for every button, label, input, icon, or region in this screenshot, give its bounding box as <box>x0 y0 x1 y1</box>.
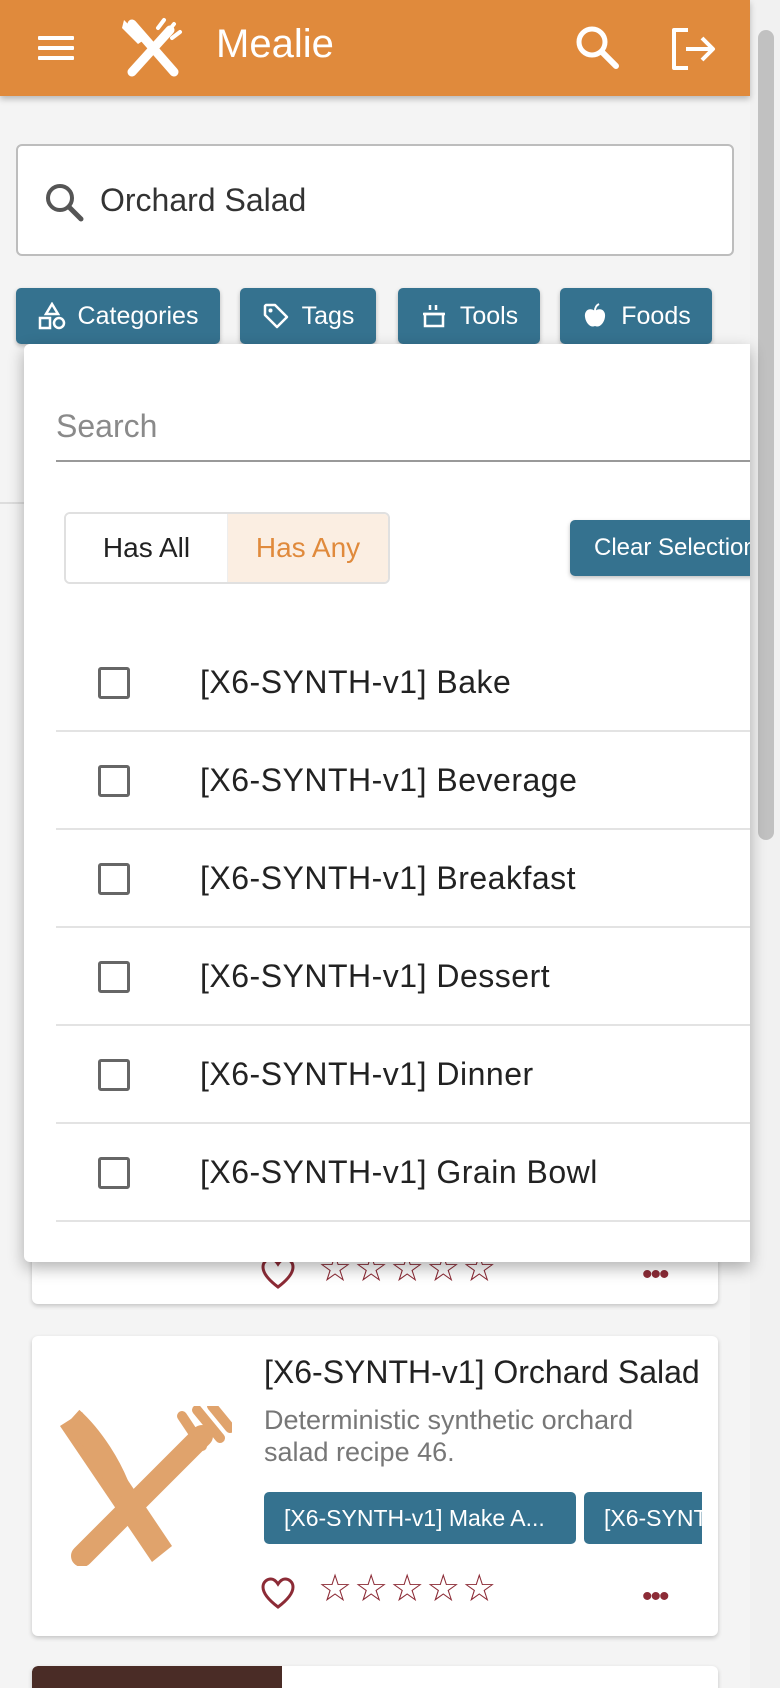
checkbox[interactable] <box>98 667 130 699</box>
category-option-label: [X6-SYNTH-v1] Dessert <box>200 958 551 994</box>
tags-filter-button[interactable]: Tags <box>240 288 376 344</box>
clear-selection-button[interactable]: Clear Selection <box>570 520 750 576</box>
checkbox[interactable] <box>98 863 130 895</box>
recipe-placeholder-icon <box>60 1406 232 1566</box>
apple-icon <box>585 303 606 327</box>
category-search-input[interactable] <box>56 392 750 460</box>
recipe-title[interactable]: [X6-SYNTH-v1] Orchard Salad <box>264 1354 704 1391</box>
pot-icon <box>422 305 445 328</box>
favorite-heart-icon[interactable] <box>260 1576 296 1612</box>
category-option-label: [X6-SYNTH-v1] Beverage <box>200 762 578 798</box>
category-option[interactable]: [X6-SYNTH-v1] Beverage <box>56 732 750 830</box>
scrollbar-thumb[interactable] <box>758 30 774 840</box>
divider <box>0 502 24 504</box>
recipe-card[interactable] <box>32 1666 718 1688</box>
recipe-image <box>32 1666 282 1688</box>
category-option-label: [X6-SYNTH-v1] Breakfast <box>200 860 577 896</box>
mealie-logo-icon[interactable] <box>118 14 188 82</box>
tools-filter-button[interactable]: Tools <box>398 288 540 344</box>
recipe-tag[interactable]: [X6-SYNTH-v1] <box>584 1492 702 1544</box>
foods-label: Foods <box>621 301 691 330</box>
logout-icon[interactable] <box>666 22 720 76</box>
categories-label: Categories <box>77 301 199 330</box>
more-options-icon[interactable]: ••• <box>642 1258 669 1292</box>
recipe-tag[interactable]: [X6-SYNTH-v1] Make A... <box>264 1492 576 1544</box>
category-option[interactable]: [X6-SYNTH-v1] Dinner <box>56 1026 750 1124</box>
has-all-option[interactable]: Has All <box>66 514 227 582</box>
category-option-label: [X6-SYNTH-v1] Grain Bowl <box>200 1154 598 1190</box>
app-bar: Mealie <box>0 0 750 96</box>
shapes-icon <box>38 302 65 330</box>
checkbox[interactable] <box>98 1059 130 1091</box>
tags-label: Tags <box>301 301 355 330</box>
checkbox[interactable] <box>98 1157 130 1189</box>
rating-stars[interactable]: ☆☆☆☆☆ <box>318 1566 498 1611</box>
category-search-field[interactable] <box>56 392 750 462</box>
checkbox[interactable] <box>98 961 130 993</box>
search-icon[interactable] <box>572 22 622 72</box>
menu-icon[interactable] <box>30 28 82 68</box>
category-option-label: [X6-SYNTH-v1] Dinner <box>200 1056 534 1092</box>
category-option[interactable]: [X6-SYNTH-v1] Grain Bowl <box>56 1124 750 1222</box>
categories-filter-menu: Has All Has Any Clear Selection [X6-SYNT… <box>24 344 750 1262</box>
foods-filter-button[interactable]: Foods <box>560 288 712 344</box>
search-value: Orchard Salad <box>100 182 307 218</box>
checkbox[interactable] <box>98 765 130 797</box>
category-option-label: [X6-SYNTH-v1] Bake <box>200 664 512 700</box>
tag-icon <box>263 303 288 329</box>
category-option[interactable]: [X6-SYNTH-v1] Dessert <box>56 928 750 1026</box>
match-mode-toggle[interactable]: Has All Has Any <box>64 512 390 584</box>
category-option[interactable]: [X6-SYNTH-v1] Breakfast <box>56 830 750 928</box>
recipe-card[interactable]: [X6-SYNTH-v1] Orchard Salad Deterministi… <box>32 1336 718 1636</box>
category-option[interactable]: [X6-SYNTH-v1] Bake <box>56 634 750 732</box>
search-icon <box>46 184 84 222</box>
tools-label: Tools <box>459 301 519 330</box>
recipe-description: Deterministic synthetic orchard salad re… <box>264 1405 634 1467</box>
more-options-icon[interactable]: ••• <box>642 1580 669 1614</box>
categories-filter-button[interactable]: Categories <box>16 288 220 344</box>
app-title: Mealie <box>216 22 334 66</box>
recipe-search-input[interactable]: Orchard Salad <box>16 144 734 256</box>
has-any-option[interactable]: Has Any <box>227 514 388 582</box>
